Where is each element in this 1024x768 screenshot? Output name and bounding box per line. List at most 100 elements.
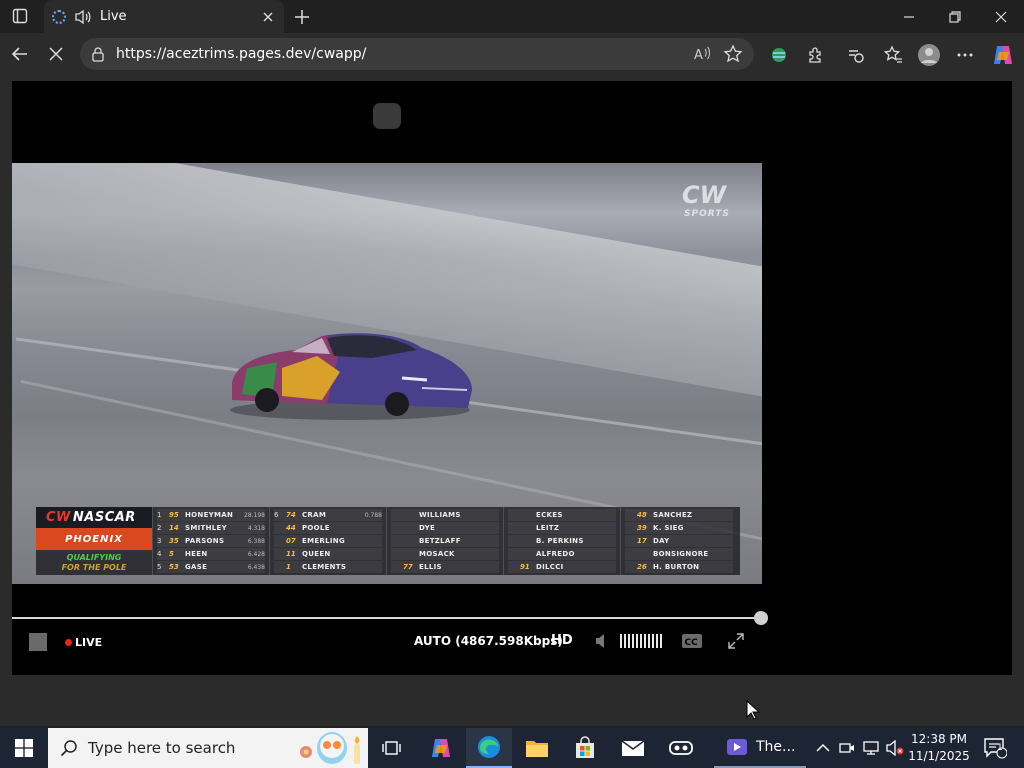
driver-pos: 5 [157,563,162,571]
restore-button[interactable] [932,0,978,33]
video-player[interactable]: CW SPORTS CW NASCAR PHOENIX QUALIFYING FO… [12,81,1012,675]
scoreboard-row: MOSACK [391,548,499,560]
scoreboard-column: ECKES LEITZ B. PERKINS ALFREDO 91 DILCCI [503,507,620,575]
copilot-icon[interactable] [990,42,1016,68]
fullscreen-icon[interactable] [726,630,746,652]
svg-text:CC: CC [685,638,699,648]
favorites-icon[interactable] [880,42,906,68]
back-button[interactable] [6,40,34,68]
driver-num: 14 [169,524,179,532]
driver-name: QUEEN [302,550,331,558]
mail-icon[interactable] [610,728,656,768]
search-icon [60,740,77,757]
meet-now-icon[interactable] [836,728,858,768]
scoreboard-row: BETZLAFF [391,535,499,547]
lock-icon[interactable] [90,46,106,62]
scoreboard: CW NASCAR PHOENIX QUALIFYING FOR THE POLE… [36,507,740,575]
taskbar: Type here to search The... 12:38 PM 11/1… [0,728,1024,768]
driver-time: 4.318 [247,524,265,532]
driver-pos: 4 [157,550,162,558]
tab-title: Live [100,9,127,24]
progress-bar[interactable] [12,617,762,619]
browser-essentials-icon[interactable] [843,42,869,68]
start-button[interactable] [0,728,48,768]
video-frame[interactable]: CW SPORTS CW NASCAR PHOENIX QUALIFYING FO… [12,163,762,584]
session-label: QUALIFYING FOR THE POLE [61,552,127,572]
clock-time: 12:38 PM [911,732,967,746]
tab-close-icon[interactable] [260,9,276,25]
driver-num: 95 [169,511,179,519]
file-explorer-icon[interactable] [514,728,560,768]
driver-name: BONSIGNORE [653,550,709,558]
scoreboard-row: 39 K. SIEG [625,522,733,534]
vr-headset-icon[interactable] [658,728,704,768]
close-window-button[interactable] [978,0,1024,33]
favorite-star-icon[interactable] [722,43,744,65]
scoreboard-row: 77 ELLIS [391,561,499,573]
progress-handle[interactable] [754,611,768,625]
hd-button[interactable]: HD [551,633,573,648]
scoreboard-row: DYE [391,522,499,534]
loading-spinner-icon [52,9,66,24]
system-clock[interactable]: 12:38 PM 11/1/2025 [908,731,970,765]
new-tab-button[interactable] [290,5,314,29]
edge-app-icon[interactable] [466,728,512,768]
profile-avatar[interactable] [916,42,942,68]
notification-center-icon[interactable]: 1 [978,728,1012,768]
microsoft-store-icon[interactable] [562,728,608,768]
task-view-button[interactable] [368,728,414,768]
copilot-app-icon[interactable] [418,728,464,768]
svg-text:A: A [694,48,703,63]
driver-name: K. SIEG [653,524,684,532]
driver-name: ALFREDO [536,550,575,558]
scoreboard-row: 4 5 HEEN 6.428 [157,548,265,560]
scoreboard-row: BONSIGNORE [625,548,733,560]
driver-pos: 2 [157,524,162,532]
live-indicator[interactable]: LIVE [65,634,102,650]
address-bar[interactable]: https://aceztrims.pages.dev/cwapp/ A [80,38,754,70]
driver-num: 1 [286,563,291,571]
driver-num: 07 [286,537,296,545]
url-text[interactable]: https://aceztrims.pages.dev/cwapp/ [116,46,684,62]
active-tab[interactable]: Live [44,0,284,33]
title-bar: Live [0,0,1024,33]
captions-icon[interactable]: CC [680,630,704,652]
live-label: LIVE [75,635,103,649]
race-car-image [230,333,472,420]
scoreboard-row: 6 74 CRAM 0.788 [274,509,382,521]
taskbar-window-label: The... [756,739,796,755]
scoreboard-row: ALFREDO [508,548,616,560]
volume-slider[interactable] [620,630,662,652]
extension-globe-icon[interactable] [766,42,792,68]
live-dot-icon [65,638,72,646]
minimize-button[interactable] [886,0,932,33]
volume-icon[interactable] [595,630,609,652]
search-highlight-skull-icon [300,732,360,764]
scoreboard-row: 2 14 SMITHLEY 4.318 [157,522,265,534]
scoreboard-column: 6 74 CRAM 0.788 44 POOLE 07 EMERLING 11 QUEEN 1 CLE… [269,507,386,575]
read-aloud-icon[interactable]: A [692,43,714,65]
taskbar-window-button[interactable]: The... [714,728,806,768]
scoreboard-column: 1 95 HONEYMAN 28.198 2 14 SMITHLEY 4.318 3 35 PARS… [152,507,269,575]
driver-time: 28.198 [244,511,265,519]
extensions-icon[interactable] [803,42,829,68]
volume-muted-icon[interactable] [884,728,906,768]
driver-name: BETZLAFF [419,537,461,545]
network-icon[interactable] [860,728,882,768]
driver-time: 0.788 [364,511,382,519]
more-options-icon[interactable] [952,42,978,68]
quality-label[interactable]: AUTO (4867.598Kbps) [414,634,563,648]
driver-num: 44 [286,524,296,532]
stop-loading-button[interactable] [42,40,70,68]
notification-count: 1 [997,743,1003,753]
speaker-icon[interactable] [74,9,92,25]
stop-button[interactable] [29,633,47,651]
driver-num: 35 [169,537,179,545]
driver-num: 39 [637,524,647,532]
scoreboard-row: 11 QUEEN [274,548,382,560]
driver-name: HEEN [185,550,208,558]
taskbar-search[interactable]: Type here to search [48,728,368,768]
driver-name: LEITZ [536,524,560,532]
show-hidden-icons-chevron-icon[interactable] [812,728,834,768]
tab-actions-icon[interactable] [6,4,34,28]
